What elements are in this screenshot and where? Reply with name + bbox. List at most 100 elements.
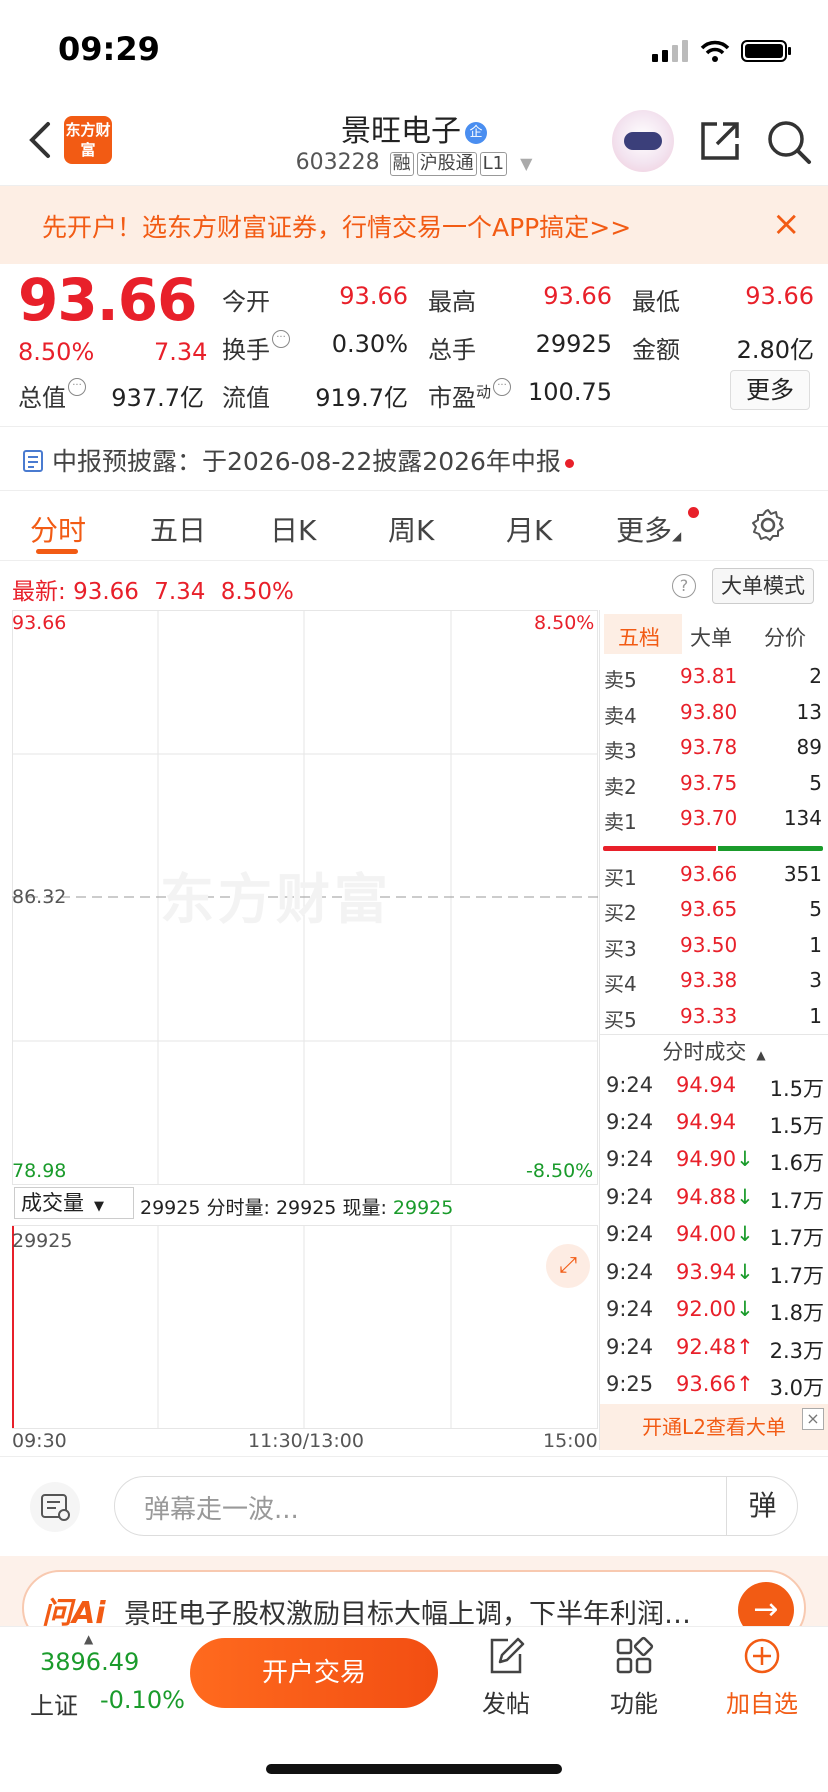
tick-time: 9:24 [606, 1222, 654, 1246]
bid-volume: 3 [809, 968, 822, 992]
ask-price: 93.75 [680, 771, 738, 795]
volume-info-value1: 29925 [275, 1197, 337, 1219]
tick-time: 9:24 [606, 1073, 654, 1097]
tick-volume: 2.3万 [769, 1339, 824, 1363]
latest-change: 7.34 [154, 579, 206, 605]
tick-row: 9:24 92.48↑ 2.3万 [606, 1335, 824, 1372]
tab-price-distribution[interactable]: 分价 [764, 622, 806, 652]
volume-label: 总手 [428, 336, 476, 364]
volume-value: 29925 [535, 330, 612, 358]
divider [600, 1034, 828, 1035]
bid-price: 93.38 [680, 968, 738, 992]
tick-volume: 1.7万 [769, 1264, 824, 1288]
open-account-trade-button[interactable]: 开户交易 [190, 1638, 438, 1708]
watermark: 东方财富 [160, 868, 392, 931]
plus-circle-icon [744, 1638, 780, 1674]
tick-volume: 1.7万 [769, 1189, 824, 1213]
y-axis-bottom-pct: -8.50% [526, 1160, 594, 1182]
tick-time: 9:24 [606, 1260, 654, 1284]
tab-big-orders[interactable]: 大单 [690, 622, 732, 652]
caret-up-icon: ▲ [84, 1632, 94, 1646]
add-watchlist-button[interactable]: 加自选 [722, 1636, 802, 1719]
info-icon[interactable]: ··· [272, 330, 290, 348]
bid-volume: 5 [809, 897, 822, 921]
tick-price-value: 93.66 [676, 1372, 737, 1396]
latest-quote-line: 最新: 93.66 7.34 8.50% [12, 572, 294, 606]
ask-volume: 89 [796, 735, 822, 759]
tab-five-day[interactable]: 五日 [150, 509, 206, 549]
indicator-selector-label: 成交量 [21, 1191, 84, 1215]
info-icon[interactable]: ··· [68, 378, 86, 396]
help-icon[interactable]: ? [672, 574, 696, 598]
chevron-down-icon[interactable]: ▼ [520, 154, 532, 173]
bid-row: 买4 93.38 3 [604, 968, 822, 1003]
unread-dot [564, 458, 574, 468]
close-icon[interactable]: × [772, 204, 801, 244]
big-order-mode-button[interactable]: 大单模式 [712, 568, 814, 604]
close-icon[interactable]: × [802, 1408, 824, 1430]
tick-price: 92.48↑ [676, 1335, 754, 1359]
bid-label: 买2 [604, 901, 637, 925]
tick-price: 93.66↑ [676, 1372, 754, 1396]
tick-time: 9:24 [606, 1335, 654, 1359]
tab-more[interactable]: 更多◢ [616, 509, 681, 549]
post-button[interactable]: 发帖 [466, 1636, 546, 1719]
tick-volume: 1.5万 [769, 1114, 824, 1138]
tick-price: 94.94 [676, 1073, 736, 1097]
share-icon[interactable] [697, 118, 743, 164]
ai-robot-avatar[interactable] [612, 110, 674, 172]
indicator-selector[interactable]: 成交量 ▼ [14, 1187, 134, 1219]
bid-price: 93.50 [680, 933, 738, 957]
settings-gear-icon[interactable] [750, 507, 786, 543]
info-icon[interactable]: ··· [493, 378, 512, 396]
ask-volume: 134 [783, 806, 822, 830]
y-axis-mid-label: 86.32 [12, 886, 67, 908]
danmaku-settings-icon[interactable] [30, 1482, 80, 1532]
status-bar: 09:29 [0, 0, 828, 100]
status-icons [652, 40, 791, 62]
change-percent: 8.50% [18, 338, 95, 366]
mktcap-value: 937.7亿 [111, 384, 204, 412]
x-axis-label-mid: 11:30/13:00 [248, 1430, 364, 1452]
x-axis-label-close: 15:00 [543, 1430, 598, 1452]
more-quote-button[interactable]: 更多 [730, 370, 810, 410]
stock-name-text: 景旺电子 [341, 114, 461, 149]
tab-daily-k[interactable]: 日K [270, 509, 316, 549]
tick-time: 9:24 [606, 1297, 654, 1321]
volume-axis-max: 29925 [12, 1230, 73, 1252]
index-value[interactable]: 3896.49 [40, 1648, 139, 1676]
active-tab-indicator [36, 549, 78, 554]
ask-volume: 13 [796, 700, 822, 724]
search-icon[interactable] [765, 118, 813, 166]
l2-promo[interactable]: 开通L2查看大单 [600, 1404, 828, 1450]
intraday-chart[interactable] [12, 610, 598, 1430]
promo-banner-text: 先开户！选东方财富证券，行情交易一个APP搞定>> [42, 213, 632, 242]
ask-label: 卖1 [604, 810, 637, 834]
pe-superscript: 动 [476, 383, 492, 401]
tab-intraday[interactable]: 分时 [30, 509, 86, 549]
tick-price: 94.90↓ [676, 1147, 754, 1171]
tab-five-level[interactable]: 五档 [618, 622, 660, 652]
sell-ratio-fill [718, 846, 823, 851]
bid-row: 买3 93.50 1 [604, 933, 822, 968]
promo-banner[interactable]: 先开户！选东方财富证券，行情交易一个APP搞定>> × [0, 186, 828, 264]
tab-weekly-k[interactable]: 周K [388, 509, 434, 549]
tick-row: 9:24 92.00↓ 1.8万 [606, 1297, 824, 1334]
index-name[interactable]: 上证 [30, 1686, 78, 1721]
ticks-header[interactable]: 分时成交 ▲ [600, 1036, 828, 1066]
danmaku-toggle-button[interactable]: 弹 [726, 1476, 798, 1536]
down-arrow-icon: ↓ [736, 1222, 754, 1246]
expand-icon[interactable]: ⤢ [546, 1244, 590, 1288]
index-change[interactable]: -0.10% [100, 1686, 185, 1714]
earnings-notice[interactable]: 中报预披露：于2026-08-22披露2026年中报 [22, 442, 574, 478]
ask-volume: 2 [809, 664, 822, 688]
tick-volume: 1.8万 [769, 1301, 824, 1325]
functions-button[interactable]: 功能 [594, 1636, 674, 1719]
danmaku-placeholder: 弹幕走一波... [144, 1495, 299, 1525]
y-axis-bottom-label: 78.98 [12, 1160, 67, 1182]
tick-price-value: 94.88 [676, 1185, 737, 1209]
tab-monthly-k[interactable]: 月K [506, 509, 552, 549]
divider [0, 1456, 828, 1457]
tick-time: 9:24 [606, 1185, 654, 1209]
stock-header: 东方财富 景旺电子企 603228 融沪股通 L1 ▼ [0, 100, 828, 186]
